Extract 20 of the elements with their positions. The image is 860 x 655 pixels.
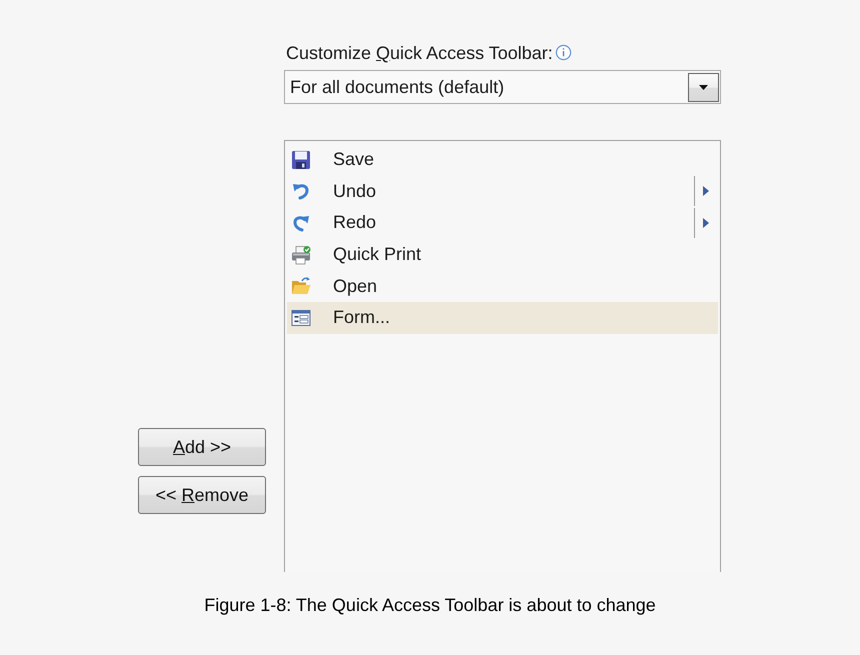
toolbar-scope-label: Customize Quick Access Toolbar: [286, 42, 553, 64]
submenu-arrow-icon[interactable] [703, 186, 709, 196]
figure-caption: Figure 1-8: The Quick Access Toolbar is about to change [203, 594, 657, 616]
info-icon[interactable] [554, 44, 572, 60]
remove-button[interactable]: << Remove [138, 476, 266, 514]
command-list-item[interactable]: Undo [287, 176, 718, 208]
form-window-icon [291, 308, 311, 328]
command-list-item[interactable]: Form... [287, 302, 718, 334]
add-button[interactable]: Add >> [138, 428, 266, 466]
command-list-item[interactable]: Redo [287, 207, 718, 239]
submenu-arrow-icon[interactable] [703, 218, 709, 228]
scope-dropdown[interactable]: For all documents (default) [284, 70, 721, 104]
caret-icon [699, 84, 708, 90]
folder-icon [291, 276, 311, 296]
command-list-item[interactable]: Quick Print [287, 238, 718, 270]
command-list-item[interactable]: Open [287, 270, 718, 302]
undo-arrow-icon [291, 181, 311, 202]
printer-icon [291, 244, 311, 265]
dropdown-button[interactable] [688, 72, 719, 102]
command-list-item[interactable]: Save [287, 144, 718, 176]
